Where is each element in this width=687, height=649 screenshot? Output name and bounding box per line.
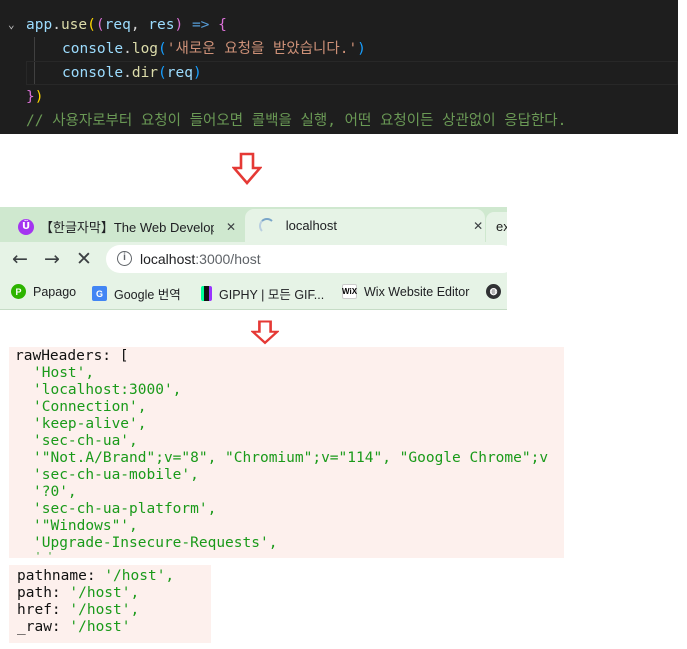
back-arrow-icon: ← <box>12 248 28 270</box>
url-text[interactable]: localhost:3000/host <box>140 251 261 267</box>
tab-strip: Ü 【한글자막】The Web Developer ✕ localhost ✕ … <box>0 207 507 242</box>
forward-arrow-icon: → <box>44 248 60 270</box>
tab-localhost[interactable]: localhost ✕ <box>245 209 485 242</box>
giphy-icon <box>201 286 212 301</box>
tab-web-developer[interactable]: Ü 【한글자막】The Web Developer ✕ <box>7 211 245 242</box>
loading-spinner-icon <box>259 217 275 234</box>
bookmark-google-translate[interactable]: G Google 번역 <box>92 284 181 303</box>
raw-headers-output: rawHeaders: [ 'Host', 'localhost:3000', … <box>9 347 564 558</box>
list-item: 'localhost:3000', <box>33 382 182 398</box>
list-item: href: '/host', <box>17 602 140 618</box>
stop-button[interactable]: ✕ <box>71 246 97 272</box>
down-arrow-icon <box>232 152 262 185</box>
list-item: 'Host', <box>33 365 95 381</box>
list-item: 'keep-alive', <box>33 416 147 432</box>
list-item: 'Upgrade-Insecure-Requests', <box>33 535 278 551</box>
tab-title: 【한글자막】The Web Developer <box>40 220 214 235</box>
list-item: _raw: '/host' <box>17 619 131 635</box>
list-item: '"Windows"', <box>33 518 138 534</box>
close-icon[interactable]: ✕ <box>224 220 238 234</box>
raw-headers-label: rawHeaders: [ <box>15 348 129 364</box>
address-bar[interactable]: i localhost:3000/host <box>106 245 507 273</box>
code-line-3: console.dir(req) <box>62 65 202 81</box>
tab-title: ex <box>496 219 507 234</box>
code-line-5: // 사용자로부터 요청이 들어오면 콜백을 실행, 어떤 요청이든 상관없이 … <box>26 113 567 129</box>
bookmark-wix[interactable]: WiX Wix Website Editor <box>342 284 469 299</box>
tab-title: localhost <box>285 218 338 233</box>
close-icon[interactable]: ✕ <box>471 219 485 233</box>
code-line-2: console.log('새로운 요청을 받았습니다.') <box>62 41 366 57</box>
down-arrow-icon <box>251 320 279 345</box>
tab-partial[interactable]: ex <box>486 212 507 242</box>
site-info-icon[interactable]: i <box>117 251 132 266</box>
list-item: pathname: '/host', <box>17 568 175 584</box>
list-item: '?0', <box>33 484 77 500</box>
code-line-4: }) <box>26 89 44 105</box>
wix-icon: WiX <box>342 284 357 299</box>
back-button[interactable]: ← <box>7 246 33 272</box>
google-translate-icon: G <box>92 286 107 301</box>
browser-toolbar: ← → ✕ i localhost:3000/host <box>0 242 507 276</box>
list-item: 'sec-ch-ua-platform', <box>33 501 217 517</box>
code-editor: ⌄ app.use((req, res) => { console.log('새… <box>0 0 678 134</box>
list-item: 'Connection', <box>33 399 147 415</box>
url-props-output: pathname: '/host', path: '/host', href: … <box>9 565 211 643</box>
bookmarks-bar: P Papago G Google 번역 GIPHY | 모든 GIF... W… <box>0 276 507 310</box>
browser-window: Ü 【한글자막】The Web Developer ✕ localhost ✕ … <box>0 207 507 310</box>
code-line-1: ⌄ app.use((req, res) => { <box>0 13 678 37</box>
stop-icon: ✕ <box>76 248 92 270</box>
papago-icon: P <box>11 284 26 299</box>
list-item: 'sec-ch-ua-mobile', <box>33 467 199 483</box>
globe-icon: ◍ <box>486 284 501 299</box>
cropped-line-fragment: ' ' <box>35 551 54 559</box>
list-item: path: '/host', <box>17 585 140 601</box>
fold-chevron-icon[interactable]: ⌄ <box>8 13 15 37</box>
bookmark-giphy[interactable]: GIPHY | 모든 GIF... <box>201 284 324 303</box>
list-item: 'sec-ch-ua', <box>33 433 138 449</box>
forward-button[interactable]: → <box>39 246 65 272</box>
bookmark-papago[interactable]: P Papago <box>11 284 76 299</box>
bookmark-globe[interactable]: ◍ <box>486 284 507 299</box>
udemy-icon: Ü <box>18 218 34 235</box>
list-item: '"Not.A/Brand";v="8", "Chromium";v="114"… <box>33 450 549 466</box>
